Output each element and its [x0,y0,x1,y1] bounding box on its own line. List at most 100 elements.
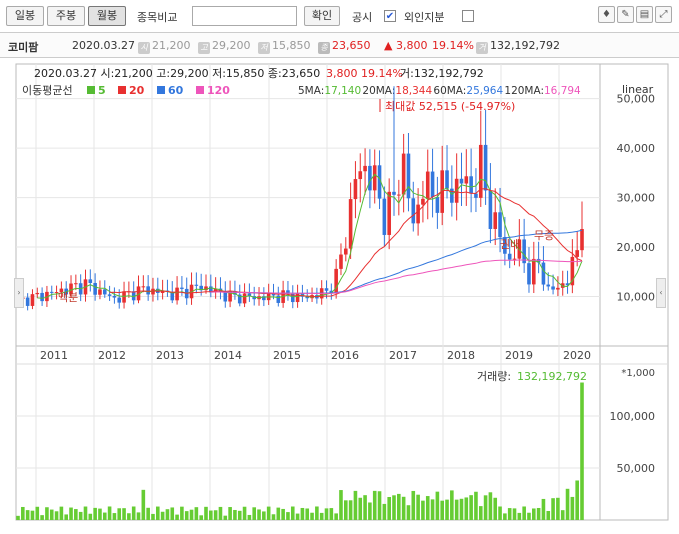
volume-bar [334,513,338,520]
scale-label: linear [622,83,654,96]
candle-body [358,171,363,180]
volume-bar [151,513,155,520]
page-icon[interactable]: ▤ [636,6,653,23]
volume-bar [474,491,478,520]
volume-bar [339,490,343,520]
volume-bar [165,509,170,520]
ma-legend-swatch [157,86,165,94]
candle-body [531,258,536,285]
candle-body [49,291,54,293]
weekly-button[interactable]: 주봉 [47,6,85,26]
scroll-left-arrow[interactable]: › [14,278,24,308]
volume-bar [300,507,305,520]
volume-bar [324,508,329,520]
candle-body [141,286,146,288]
low-icon: 저 [258,42,270,54]
candle-body [35,292,40,295]
candle-body [397,194,401,196]
volume-bar [107,506,112,520]
candle-body [493,212,498,229]
volume-bar [493,497,498,520]
confirm-button[interactable]: 확인 [304,6,340,26]
volume-bar [295,513,300,520]
volume-bar [536,507,541,520]
daily-button[interactable]: 일봉 [6,6,44,26]
compare-input[interactable] [192,6,297,26]
volume-bar [310,512,314,520]
volume-tick-label: 100,000 [610,410,656,423]
candle-body [343,248,348,255]
volume-bar [498,506,502,520]
monthly-button[interactable]: 월봉 [88,6,126,26]
candle-body [102,289,107,295]
volume-bar [392,495,396,520]
year-tick-label: 2015 [273,349,301,362]
volume-bar [531,508,536,520]
annotation-split: 액분 [58,291,78,304]
volume-bar [315,506,319,520]
info-change: ▲ 3,800 [384,39,428,52]
volume-icon: 거 [476,42,488,54]
volume-bar [276,507,281,520]
volume-bar [184,511,189,520]
volume-bar [478,506,483,520]
volume-bar [406,505,411,520]
candle-body [556,287,560,290]
volume-bar [209,510,213,520]
candle-body [435,197,440,213]
price-tick-label: 10,000 [617,291,656,304]
candle-body [122,291,126,303]
year-tick-label: 2013 [156,349,184,362]
volume-bar [575,480,579,520]
foreign-checkbox[interactable] [462,10,474,22]
pencil-icon[interactable]: ✎ [617,6,634,23]
candle-body [474,193,478,198]
candle-body [551,286,555,290]
candle-body [74,283,78,285]
info-volume: 132,192,792 [490,39,560,52]
volume-bar [368,502,372,520]
chart-header-info: 2020.03.27 시:21,200 고:29,200 저:15,850 종:… [34,67,320,80]
ma-value: 16,794 [544,85,581,97]
volume-bar [64,514,69,520]
volume-bar [199,515,203,520]
volume-bar [194,507,199,520]
volume-bar [78,511,83,520]
notice-checkbox[interactable]: ✔ [384,10,396,22]
ma-value-label: 60MA: [433,85,466,97]
volume-bar [459,498,464,520]
volume-bar [247,514,252,520]
candle-body [295,293,300,303]
stock-chart[interactable]: 10,00020,00030,00040,00050,00050,000100,… [0,62,679,534]
volume-bar [454,499,459,520]
volume-bar [503,513,507,520]
scroll-right-arrow[interactable]: ‹ [656,278,666,308]
volume-unit: *1,000 [621,368,655,379]
volume-bar [88,513,93,520]
volume-bar [252,507,257,520]
volume-bar [560,510,565,520]
candle-body [527,263,531,285]
volume-bar [136,512,141,520]
candle-body [512,258,517,260]
ma-legend-swatch [118,86,126,94]
high-icon: 고 [198,42,210,54]
expand-icon[interactable]: ⤢ [655,6,672,23]
volume-bar [175,514,179,520]
volume-bar [343,500,348,520]
candle-body [445,170,449,189]
bulb-icon[interactable]: ♦ [598,6,615,23]
low-group: 저 15,850 [258,39,311,54]
close-icon: 종 [318,42,330,54]
year-tick-label: 2018 [447,349,475,362]
candle-body [194,284,199,286]
volume-bar [93,507,97,520]
candle-body [459,178,464,184]
info-high: 29,200 [212,39,251,52]
volume-bar [102,512,107,520]
info-low: 15,850 [272,39,311,52]
candle-body [146,286,150,295]
ma-legend-label: 60 [168,84,184,97]
volume-value: 132,192,792 [517,370,587,383]
volume-bar [257,509,261,520]
